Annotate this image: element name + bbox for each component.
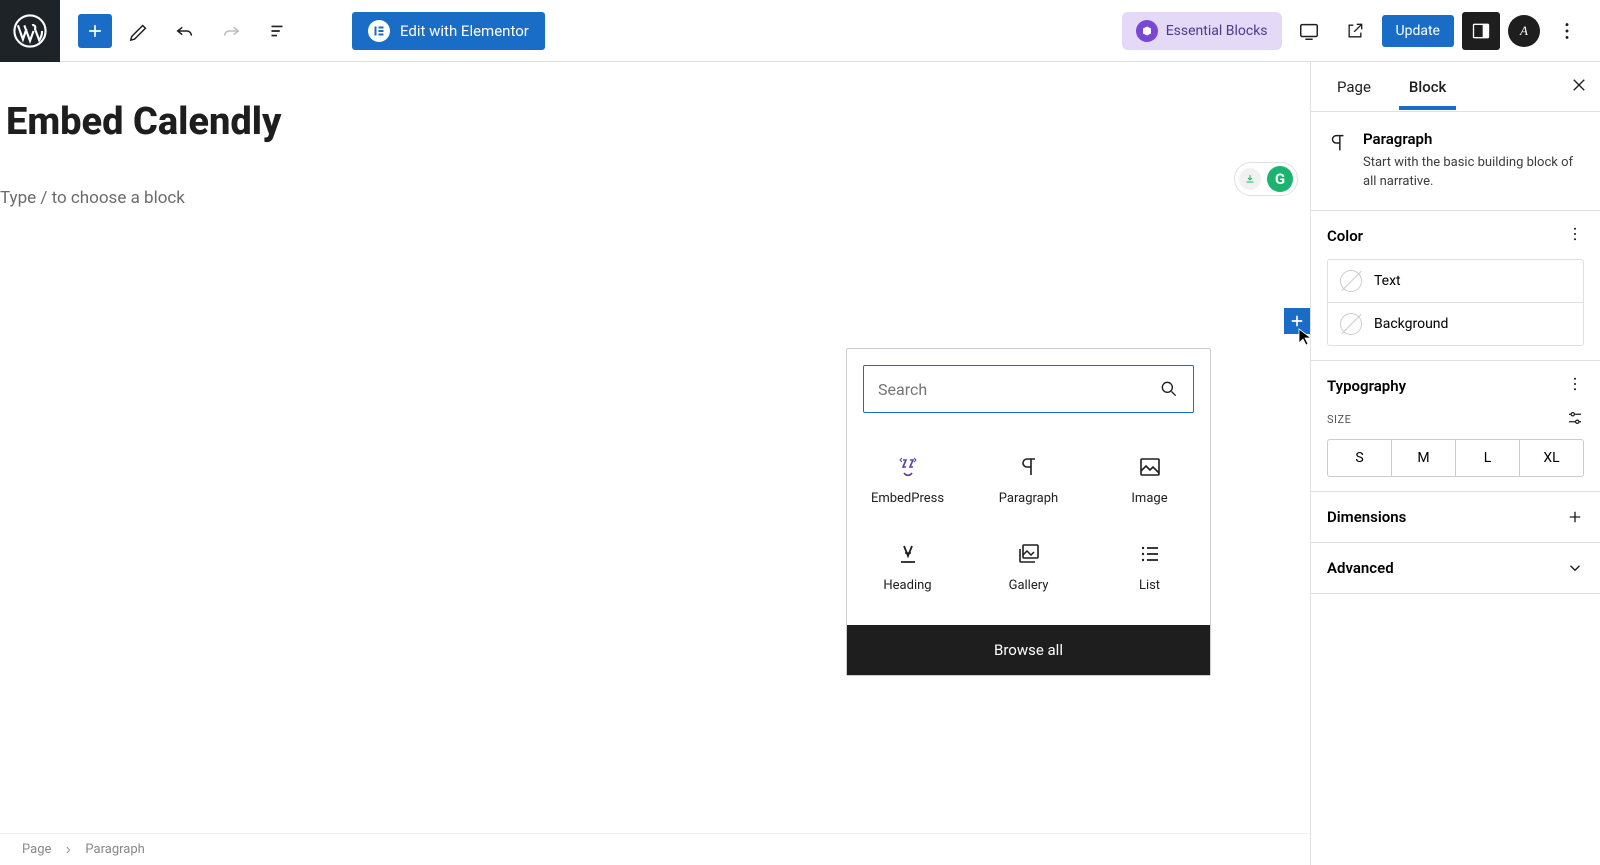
browse-all-label: Browse all bbox=[994, 641, 1063, 659]
block-item-label: List bbox=[1139, 578, 1160, 593]
block-item-heading[interactable]: Heading bbox=[847, 524, 968, 611]
block-item-label: Gallery bbox=[1009, 578, 1049, 593]
update-button[interactable]: Update bbox=[1382, 15, 1454, 47]
chevron-down-icon bbox=[1566, 559, 1584, 577]
typography-panel-options[interactable] bbox=[1566, 375, 1584, 397]
essential-blocks-icon bbox=[1136, 20, 1158, 42]
breadcrumb-page[interactable]: Page bbox=[22, 842, 51, 857]
block-item-gallery[interactable]: Gallery bbox=[968, 524, 1089, 611]
size-s-button[interactable]: S bbox=[1328, 440, 1391, 476]
dimensions-panel-toggle[interactable]: Dimensions bbox=[1311, 492, 1600, 543]
block-item-embedpress[interactable]: EmbedPress bbox=[847, 437, 968, 524]
grammarly-widget[interactable]: G bbox=[1234, 162, 1298, 196]
toggle-inserter-button[interactable] bbox=[78, 14, 112, 48]
browse-all-button[interactable]: Browse all bbox=[847, 625, 1210, 675]
color-text-button[interactable]: Text bbox=[1328, 260, 1583, 302]
block-name: Paragraph bbox=[1363, 130, 1584, 148]
size-label: SIZE bbox=[1327, 413, 1351, 426]
background-color-swatch bbox=[1340, 313, 1362, 335]
block-item-label: Paragraph bbox=[999, 491, 1058, 506]
color-background-label: Background bbox=[1374, 316, 1448, 332]
block-item-paragraph[interactable]: Paragraph bbox=[968, 437, 1089, 524]
close-sidebar-button[interactable] bbox=[1570, 76, 1588, 98]
paragraph-icon bbox=[1327, 130, 1349, 192]
typography-panel-title: Typography bbox=[1327, 377, 1406, 395]
block-item-label: EmbedPress bbox=[871, 491, 944, 506]
color-background-button[interactable]: Background bbox=[1328, 302, 1583, 345]
size-m-button[interactable]: M bbox=[1391, 440, 1455, 476]
block-item-image[interactable]: Image bbox=[1089, 437, 1210, 524]
edit-with-elementor-button[interactable]: Edit with Elementor bbox=[352, 12, 545, 50]
settings-sidebar: Page Block Paragraph Start with the basi… bbox=[1310, 62, 1600, 865]
text-color-swatch bbox=[1340, 270, 1362, 292]
elementor-icon bbox=[368, 20, 390, 42]
block-placeholder[interactable]: Type / to choose a block bbox=[0, 188, 185, 208]
color-text-label: Text bbox=[1374, 273, 1401, 289]
view-button[interactable] bbox=[1290, 12, 1328, 50]
tools-button[interactable] bbox=[120, 12, 158, 50]
block-inserter-popover: EmbedPress Paragraph Image Heading Galle… bbox=[846, 348, 1211, 676]
color-panel-options[interactable] bbox=[1566, 225, 1584, 247]
essential-blocks-label: Essential Blocks bbox=[1166, 23, 1268, 39]
page-title[interactable]: Embed Calendly bbox=[0, 100, 1310, 144]
wordpress-logo[interactable] bbox=[0, 0, 60, 62]
undo-button[interactable] bbox=[166, 12, 204, 50]
color-panel-title: Color bbox=[1327, 227, 1363, 245]
custom-size-toggle[interactable] bbox=[1566, 409, 1584, 431]
top-toolbar: Edit with Elementor Essential Blocks Upd… bbox=[0, 0, 1600, 62]
elementor-button-label: Edit with Elementor bbox=[400, 22, 529, 40]
update-button-label: Update bbox=[1396, 23, 1440, 39]
grammarly-download-icon bbox=[1239, 168, 1261, 190]
block-description: Start with the basic building block of a… bbox=[1363, 154, 1584, 192]
breadcrumb: Page Paragraph bbox=[0, 833, 1310, 865]
advanced-label: Advanced bbox=[1327, 559, 1394, 577]
document-overview-button[interactable] bbox=[258, 12, 296, 50]
tab-block[interactable]: Block bbox=[1399, 64, 1456, 110]
open-in-new-button[interactable] bbox=[1336, 12, 1374, 50]
settings-panel-toggle[interactable] bbox=[1462, 12, 1500, 50]
cursor-icon bbox=[1298, 328, 1314, 346]
inserter-search[interactable] bbox=[863, 365, 1194, 413]
options-button[interactable] bbox=[1548, 12, 1586, 50]
redo-button[interactable] bbox=[212, 12, 250, 50]
astra-button[interactable]: A bbox=[1508, 15, 1540, 47]
block-item-list[interactable]: List bbox=[1089, 524, 1210, 611]
grammarly-badge: G bbox=[1267, 166, 1293, 192]
plus-icon bbox=[1566, 508, 1584, 526]
dimensions-label: Dimensions bbox=[1327, 508, 1406, 526]
block-item-label: Heading bbox=[883, 578, 931, 593]
search-icon bbox=[1159, 379, 1179, 399]
inserter-search-input[interactable] bbox=[878, 380, 1159, 399]
advanced-panel-toggle[interactable]: Advanced bbox=[1311, 543, 1600, 594]
tab-page[interactable]: Page bbox=[1327, 64, 1381, 110]
size-l-button[interactable]: L bbox=[1455, 440, 1519, 476]
editor-canvas: Embed Calendly G Type / to choose a bloc… bbox=[0, 62, 1310, 865]
breadcrumb-block[interactable]: Paragraph bbox=[85, 842, 144, 857]
block-item-label: Image bbox=[1131, 491, 1167, 506]
essential-blocks-button[interactable]: Essential Blocks bbox=[1122, 12, 1282, 50]
chevron-right-icon bbox=[63, 845, 73, 855]
size-xl-button[interactable]: XL bbox=[1519, 440, 1583, 476]
